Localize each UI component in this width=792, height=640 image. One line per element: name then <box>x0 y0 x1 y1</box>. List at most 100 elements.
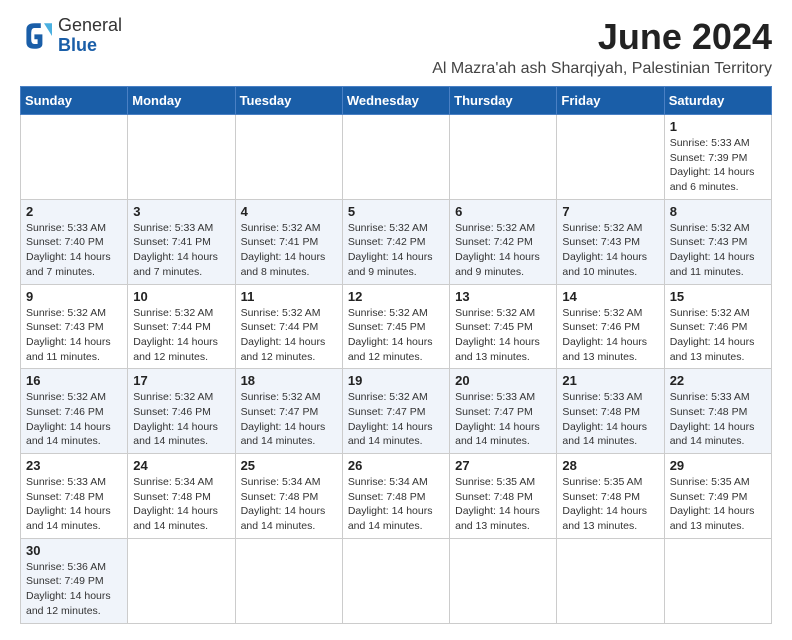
day-info: Sunrise: 5:32 AMSunset: 7:43 PMDaylight:… <box>562 221 658 280</box>
day-number: 1 <box>670 119 766 134</box>
weekday-header-monday: Monday <box>128 87 235 115</box>
day-number: 2 <box>26 204 122 219</box>
calendar-week-row: 2 Sunrise: 5:33 AMSunset: 7:40 PMDaylight… <box>21 199 772 284</box>
day-info: Sunrise: 5:34 AMSunset: 7:48 PMDaylight:… <box>241 475 337 534</box>
day-info: Sunrise: 5:35 AMSunset: 7:48 PMDaylight:… <box>562 475 658 534</box>
calendar-cell: 5Sunrise: 5:32 AMSunset: 7:42 PMDaylight… <box>342 199 449 284</box>
calendar-cell <box>235 115 342 200</box>
day-info: Sunrise: 5:34 AMSunset: 7:48 PMDaylight:… <box>348 475 444 534</box>
day-number: 19 <box>348 373 444 388</box>
calendar-cell <box>557 115 664 200</box>
calendar-cell: 2 Sunrise: 5:33 AMSunset: 7:40 PMDaylight… <box>21 199 128 284</box>
day-info: Sunrise: 5:32 AMSunset: 7:46 PMDaylight:… <box>133 390 229 449</box>
calendar-cell <box>21 115 128 200</box>
calendar-cell: 15Sunrise: 5:32 AMSunset: 7:46 PMDayligh… <box>664 284 771 369</box>
calendar-cell: 16Sunrise: 5:32 AMSunset: 7:46 PMDayligh… <box>21 369 128 454</box>
main-title: June 2024 <box>432 16 772 58</box>
calendar-cell: 25 Sunrise: 5:34 AMSunset: 7:48 PMDayligh… <box>235 454 342 539</box>
day-number: 25 <box>241 458 337 473</box>
day-number: 8 <box>670 204 766 219</box>
day-number: 30 <box>26 543 122 558</box>
day-number: 28 <box>562 458 658 473</box>
day-info: Sunrise: 5:33 AMSunset: 7:39 PMDaylight:… <box>670 136 766 195</box>
title-area: June 2024 Al Mazra'ah ash Sharqiyah, Pal… <box>432 16 772 78</box>
day-info: Sunrise: 5:32 AMSunset: 7:47 PMDaylight:… <box>348 390 444 449</box>
calendar-cell: 12 Sunrise: 5:32 AMSunset: 7:45 PMDayligh… <box>342 284 449 369</box>
day-number: 22 <box>670 373 766 388</box>
calendar-cell: 9Sunrise: 5:32 AMSunset: 7:43 PMDaylight… <box>21 284 128 369</box>
day-number: 26 <box>348 458 444 473</box>
day-number: 27 <box>455 458 551 473</box>
day-info: Sunrise: 5:32 AMSunset: 7:46 PMDaylight:… <box>26 390 122 449</box>
day-number: 6 <box>455 204 551 219</box>
calendar-cell: 24 Sunrise: 5:34 AMSunset: 7:48 PMDayligh… <box>128 454 235 539</box>
weekday-header-sunday: Sunday <box>21 87 128 115</box>
day-info: Sunrise: 5:32 AMSunset: 7:42 PMDaylight:… <box>455 221 551 280</box>
weekday-header-friday: Friday <box>557 87 664 115</box>
location-subtitle: Al Mazra'ah ash Sharqiyah, Palestinian T… <box>432 60 772 78</box>
day-number: 9 <box>26 289 122 304</box>
weekday-header-wednesday: Wednesday <box>342 87 449 115</box>
day-number: 29 <box>670 458 766 473</box>
calendar-cell <box>128 115 235 200</box>
day-number: 23 <box>26 458 122 473</box>
calendar-cell <box>557 538 664 623</box>
calendar-cell: 17 Sunrise: 5:32 AMSunset: 7:46 PMDayligh… <box>128 369 235 454</box>
day-number: 17 <box>133 373 229 388</box>
calendar-cell: 6 Sunrise: 5:32 AMSunset: 7:42 PMDaylight… <box>450 199 557 284</box>
day-number: 12 <box>348 289 444 304</box>
calendar-cell <box>450 538 557 623</box>
generalblue-logo-icon <box>20 20 52 52</box>
calendar-cell: 28 Sunrise: 5:35 AMSunset: 7:48 PMDayligh… <box>557 454 664 539</box>
calendar-week-row: 23 Sunrise: 5:33 AMSunset: 7:48 PMDayligh… <box>21 454 772 539</box>
day-info: Sunrise: 5:35 AMSunset: 7:49 PMDaylight:… <box>670 475 766 534</box>
calendar-cell: 1 Sunrise: 5:33 AMSunset: 7:39 PMDaylight… <box>664 115 771 200</box>
day-number: 15 <box>670 289 766 304</box>
calendar-cell <box>450 115 557 200</box>
calendar-cell <box>342 115 449 200</box>
day-number: 20 <box>455 373 551 388</box>
calendar-cell: 8Sunrise: 5:32 AMSunset: 7:43 PMDaylight… <box>664 199 771 284</box>
day-info: Sunrise: 5:33 AMSunset: 7:41 PMDaylight:… <box>133 221 229 280</box>
day-info: Sunrise: 5:32 AMSunset: 7:44 PMDaylight:… <box>133 306 229 365</box>
logo-text: General Blue <box>58 16 122 56</box>
day-number: 3 <box>133 204 229 219</box>
day-number: 21 <box>562 373 658 388</box>
calendar-cell: 22 Sunrise: 5:33 AMSunset: 7:48 PMDayligh… <box>664 369 771 454</box>
day-info: Sunrise: 5:32 AMSunset: 7:46 PMDaylight:… <box>562 306 658 365</box>
calendar-cell: 4 Sunrise: 5:32 AMSunset: 7:41 PMDaylight… <box>235 199 342 284</box>
day-info: Sunrise: 5:33 AMSunset: 7:47 PMDaylight:… <box>455 390 551 449</box>
calendar-header-row: SundayMondayTuesdayWednesdayThursdayFrid… <box>21 87 772 115</box>
weekday-header-thursday: Thursday <box>450 87 557 115</box>
calendar-cell: 18Sunrise: 5:32 AMSunset: 7:47 PMDayligh… <box>235 369 342 454</box>
calendar-cell: 20 Sunrise: 5:33 AMSunset: 7:47 PMDayligh… <box>450 369 557 454</box>
calendar-cell: 14Sunrise: 5:32 AMSunset: 7:46 PMDayligh… <box>557 284 664 369</box>
day-info: Sunrise: 5:34 AMSunset: 7:48 PMDaylight:… <box>133 475 229 534</box>
day-info: Sunrise: 5:33 AMSunset: 7:48 PMDaylight:… <box>26 475 122 534</box>
calendar-cell <box>235 538 342 623</box>
calendar-week-row: 16Sunrise: 5:32 AMSunset: 7:46 PMDayligh… <box>21 369 772 454</box>
page-header: General Blue June 2024 Al Mazra'ah ash S… <box>20 16 772 78</box>
weekday-header-tuesday: Tuesday <box>235 87 342 115</box>
day-info: Sunrise: 5:33 AMSunset: 7:48 PMDaylight:… <box>562 390 658 449</box>
calendar-cell <box>664 538 771 623</box>
calendar-cell: 19 Sunrise: 5:32 AMSunset: 7:47 PMDayligh… <box>342 369 449 454</box>
day-number: 11 <box>241 289 337 304</box>
calendar-week-row: 1 Sunrise: 5:33 AMSunset: 7:39 PMDaylight… <box>21 115 772 200</box>
calendar-cell: 21 Sunrise: 5:33 AMSunset: 7:48 PMDayligh… <box>557 369 664 454</box>
calendar-table: SundayMondayTuesdayWednesdayThursdayFrid… <box>20 86 772 624</box>
calendar-cell: 3 Sunrise: 5:33 AMSunset: 7:41 PMDaylight… <box>128 199 235 284</box>
calendar-cell: 29 Sunrise: 5:35 AMSunset: 7:49 PMDayligh… <box>664 454 771 539</box>
day-info: Sunrise: 5:32 AMSunset: 7:45 PMDaylight:… <box>348 306 444 365</box>
day-number: 4 <box>241 204 337 219</box>
day-info: Sunrise: 5:33 AMSunset: 7:40 PMDaylight:… <box>26 221 122 280</box>
day-info: Sunrise: 5:33 AMSunset: 7:48 PMDaylight:… <box>670 390 766 449</box>
day-info: Sunrise: 5:32 AMSunset: 7:41 PMDaylight:… <box>241 221 337 280</box>
day-info: Sunrise: 5:32 AMSunset: 7:47 PMDaylight:… <box>241 390 337 449</box>
day-number: 10 <box>133 289 229 304</box>
day-info: Sunrise: 5:36 AMSunset: 7:49 PMDaylight:… <box>26 560 122 619</box>
day-number: 7 <box>562 204 658 219</box>
day-number: 24 <box>133 458 229 473</box>
day-info: Sunrise: 5:32 AMSunset: 7:45 PMDaylight:… <box>455 306 551 365</box>
day-number: 13 <box>455 289 551 304</box>
